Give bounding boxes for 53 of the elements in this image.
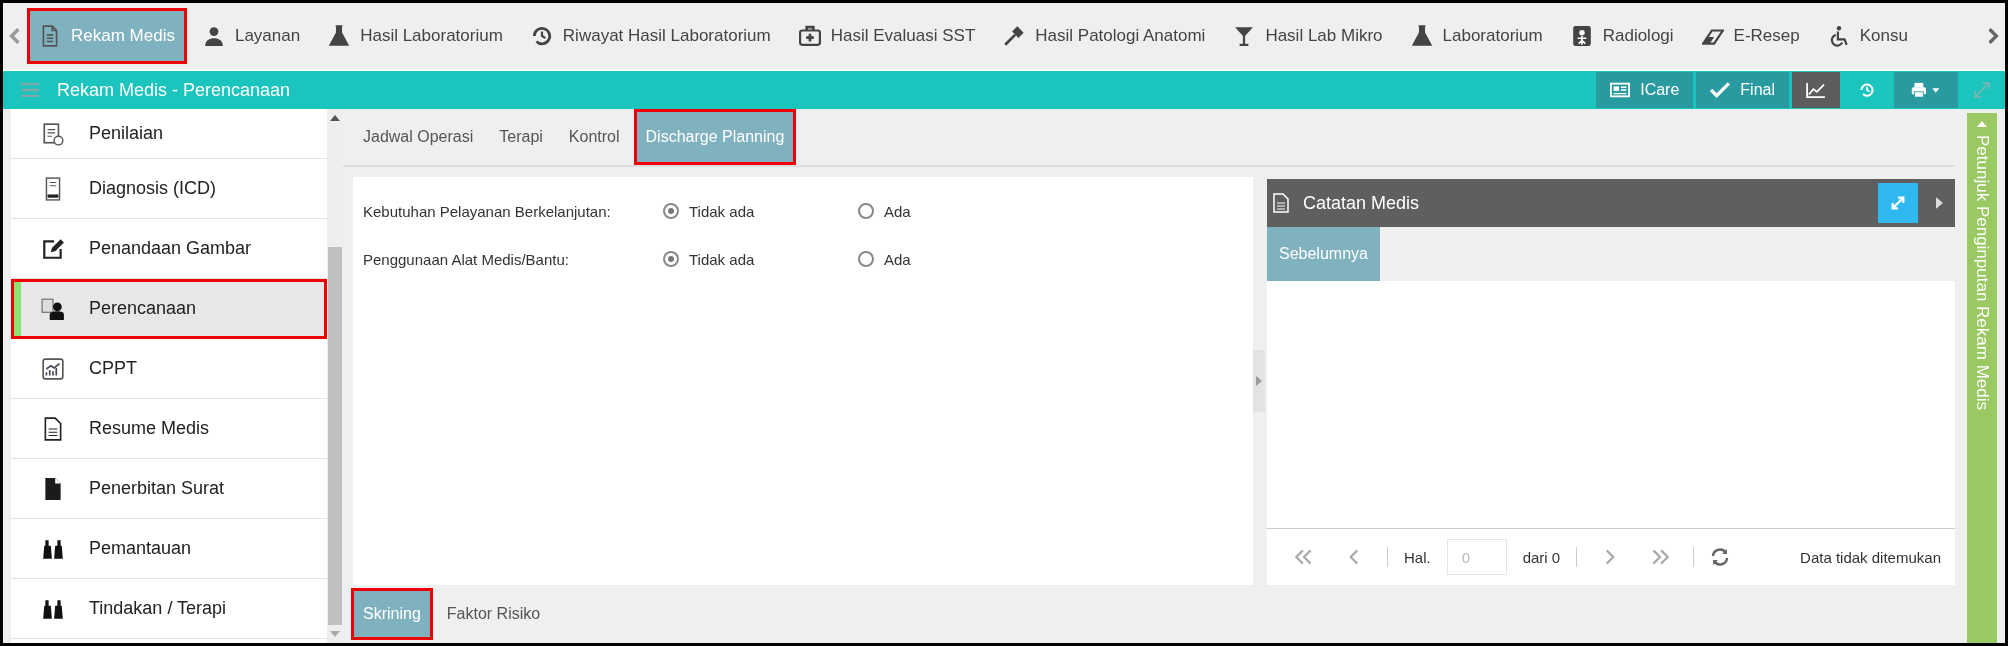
field-label: Kebutuhan Pelayanan Berkelanjutan: bbox=[363, 202, 612, 220]
document-icon bbox=[1273, 193, 1289, 213]
module-tab[interactable]: Konsu bbox=[1815, 8, 1920, 64]
collapse-handle[interactable] bbox=[1253, 350, 1265, 412]
check-icon bbox=[1710, 82, 1731, 98]
print-button[interactable] bbox=[1894, 72, 1958, 108]
scroll-right-icon[interactable] bbox=[1987, 27, 1999, 45]
module-tab[interactable]: E-Resep bbox=[1689, 8, 1812, 64]
module-tab[interactable]: Hasil Lab Mikro bbox=[1221, 8, 1395, 64]
section-tab[interactable]: Jadwal Operasi bbox=[351, 109, 486, 165]
line-chart-icon bbox=[1806, 82, 1826, 98]
scroll-down-icon[interactable] bbox=[330, 631, 340, 637]
page-title: Rekam Medis - Perencanaan bbox=[57, 79, 292, 101]
edit-icon bbox=[41, 236, 65, 261]
radio-option[interactable]: Ada bbox=[858, 250, 1053, 268]
refresh-icon[interactable] bbox=[1710, 547, 1731, 567]
radio-option[interactable]: Ada bbox=[858, 202, 1053, 220]
flask-icon bbox=[1410, 25, 1433, 47]
module-tab[interactable]: Riwayat Hasil Laboratorium bbox=[518, 8, 783, 64]
section-tab[interactable]: Terapi bbox=[487, 109, 555, 165]
field-label: Penggunaan Alat Medis/Bantu: bbox=[363, 250, 570, 268]
module-tab[interactable]: Radiologi bbox=[1558, 8, 1686, 64]
user-icon bbox=[202, 25, 225, 47]
radio-option[interactable]: Tidak ada bbox=[663, 202, 858, 220]
sidebar-item[interactable]: Perencanaan bbox=[11, 279, 327, 339]
module-tab[interactable]: Hasil Patologi Anatomi bbox=[991, 8, 1218, 64]
module-tab[interactable]: Layanan bbox=[190, 8, 313, 64]
scroll-up-icon[interactable] bbox=[330, 115, 340, 121]
radio-option[interactable]: Tidak ada bbox=[663, 250, 858, 268]
module-tab[interactable]: Hasil Laboratorium bbox=[316, 8, 515, 64]
caret-right-icon[interactable] bbox=[1936, 197, 1943, 209]
menu-icon[interactable] bbox=[21, 83, 39, 97]
flask-icon bbox=[328, 25, 351, 47]
page-total: dari 0 bbox=[1522, 548, 1561, 566]
person-icon bbox=[41, 296, 65, 321]
chart-button[interactable] bbox=[1792, 72, 1840, 108]
scrollbar[interactable] bbox=[327, 109, 343, 643]
newspaper-icon bbox=[1610, 82, 1631, 98]
expand-button[interactable] bbox=[1878, 183, 1918, 223]
glass-icon bbox=[1233, 25, 1256, 47]
module-tab[interactable]: Laboratorium bbox=[1398, 8, 1555, 64]
page-label: Hal. bbox=[1404, 548, 1431, 566]
section-tab[interactable]: Kontrol bbox=[556, 109, 632, 165]
status-text: Data tidak ditemukan bbox=[1800, 548, 1941, 566]
panel-title: Catatan Medis bbox=[1303, 192, 1421, 214]
module-tab[interactable]: Hasil Evaluasi SST bbox=[786, 8, 988, 64]
chart-icon bbox=[41, 356, 65, 381]
section-tab[interactable]: Faktor Risiko bbox=[434, 588, 553, 640]
kit-icon bbox=[798, 25, 821, 47]
caret-up-icon bbox=[1977, 121, 1987, 127]
caret-right-icon bbox=[1256, 376, 1262, 386]
history-icon bbox=[530, 25, 553, 47]
scroll-left-icon[interactable] bbox=[9, 27, 21, 45]
